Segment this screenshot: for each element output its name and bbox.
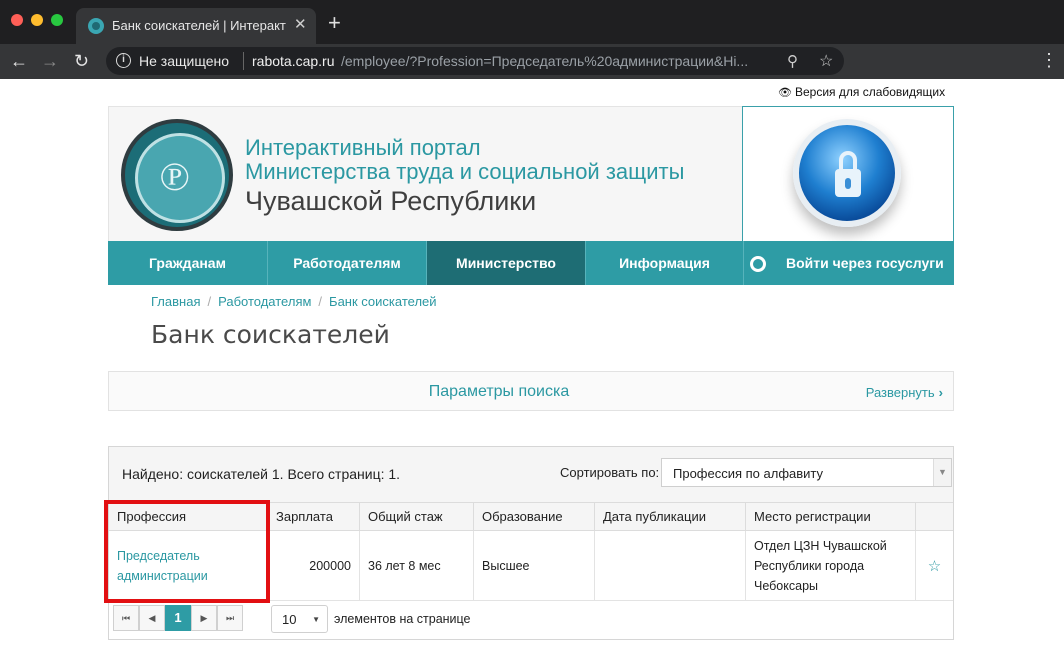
column-header-experience[interactable]: Общий стаж: [360, 503, 474, 531]
chevron-right-icon: ›: [938, 385, 943, 400]
url-host: rabota.cap.ru: [252, 53, 335, 69]
bookmark-star-icon[interactable]: ☆: [819, 51, 833, 71]
breadcrumb-separator: /: [318, 294, 323, 309]
breadcrumb-home[interactable]: Главная: [151, 294, 200, 309]
highlight-annotation: [104, 500, 270, 603]
eye-icon: 👁: [778, 87, 792, 99]
nav-item-employers[interactable]: Работодателям: [268, 241, 427, 285]
page-title: Банк соискателей: [151, 320, 390, 349]
prev-page-icon[interactable]: ◀: [139, 605, 165, 631]
page-size-arrow-icon: ▼: [312, 615, 320, 624]
gosuslugi-login-label: Войти через госуслуги: [786, 255, 944, 271]
page-size-value: 10: [282, 612, 297, 627]
portal-title-line1: Интерактивный портал: [245, 135, 481, 160]
column-header-salary[interactable]: Зарплата: [268, 503, 360, 531]
breadcrumb-current[interactable]: Банк соискателей: [329, 294, 436, 309]
browser-toolbar: ← → ↻ i Не защищено rabota.cap.ru /emplo…: [0, 44, 1064, 79]
zoom-icon[interactable]: ⚲: [787, 52, 798, 70]
browser-tab[interactable]: Банк соискателей | Интеракт ✕: [76, 8, 316, 44]
results-count: Найдено: соискателей 1. Всего страниц: 1…: [122, 466, 401, 482]
url-path: /employee/?Profession=Председатель%20адм…: [341, 53, 749, 69]
portal-title-line3: Чувашской Республики: [245, 186, 537, 216]
column-header-registration[interactable]: Место регистрации: [746, 503, 916, 531]
secure-login-banner[interactable]: [742, 106, 954, 242]
browser-titlebar: Банк соискателей | Интеракт ✕ +: [0, 0, 1064, 44]
forward-arrow-icon[interactable]: →: [41, 50, 59, 72]
dropdown-arrow-icon[interactable]: ▼: [933, 459, 951, 486]
column-header-education[interactable]: Образование: [474, 503, 595, 531]
close-window-button[interactable]: [11, 14, 23, 26]
lock-icon: [793, 119, 901, 227]
favorite-star-icon[interactable]: ☆: [928, 557, 941, 575]
table-row-salary: 200000: [268, 531, 360, 601]
next-page-icon[interactable]: ▶: [191, 605, 217, 631]
table-row-education: Высшее: [474, 531, 595, 601]
page-size-label: элементов на странице: [334, 612, 471, 626]
new-tab-button[interactable]: +: [328, 12, 341, 34]
table-row-published: [595, 531, 746, 601]
table-row-experience: 36 лет 8 мес: [360, 531, 474, 601]
search-params-panel[interactable]: Параметры поиска Развернуть ›: [108, 371, 954, 411]
nav-item-information[interactable]: Информация: [586, 241, 744, 285]
low-vision-link[interactable]: 👁 Версия для слабовидящих: [778, 85, 945, 99]
column-header-favorite: [916, 503, 953, 531]
search-params-title: Параметры поиска: [428, 383, 570, 400]
sort-select-value: Профессия по алфавиту: [673, 466, 824, 481]
back-arrow-icon[interactable]: ←: [10, 50, 28, 72]
minimize-window-button[interactable]: [31, 14, 43, 26]
expand-label: Развернуть: [865, 385, 935, 400]
address-bar[interactable]: i Не защищено rabota.cap.ru /employee/?P…: [106, 47, 844, 75]
table-row-favorite: ☆: [916, 531, 953, 601]
breadcrumb-separator: /: [207, 294, 212, 309]
breadcrumb: Главная / Работодателям / Банк соискателей: [151, 294, 437, 309]
tab-close-icon[interactable]: ✕: [294, 16, 307, 34]
maximize-window-button[interactable]: [51, 14, 63, 26]
page-size-select[interactable]: 10 ▼: [271, 605, 328, 633]
table-row-registration: Отдел ЦЗН Чувашской Республики города Че…: [746, 531, 916, 601]
sort-select[interactable]: Профессия по алфавиту ▼: [661, 458, 952, 487]
info-icon[interactable]: i: [116, 53, 131, 68]
main-nav: Гражданам Работодателям Министерство Инф…: [108, 241, 954, 285]
expand-link[interactable]: Развернуть ›: [866, 385, 943, 400]
page-number-current[interactable]: 1: [165, 605, 191, 631]
logo-mark-icon: ℗: [159, 154, 190, 200]
not-secure-label: Не защищено: [139, 53, 229, 69]
nav-item-citizens[interactable]: Гражданам: [108, 241, 268, 285]
grid-toolbar: Найдено: соискателей 1. Всего страниц: 1…: [109, 447, 953, 503]
gosuslugi-login-button[interactable]: Войти через госуслуги: [744, 241, 954, 285]
browser-menu-icon[interactable]: ⋮: [1040, 50, 1058, 70]
first-page-icon[interactable]: ⏮: [113, 605, 139, 631]
portal-logo[interactable]: ℗: [121, 119, 233, 231]
column-header-published[interactable]: Дата публикации: [595, 503, 746, 531]
gosuslugi-icon: [750, 256, 766, 272]
portal-title-line2: Министерства труда и социальной защиты: [245, 159, 685, 184]
nav-item-ministry[interactable]: Министерство: [427, 241, 586, 285]
site-favicon-icon: [88, 18, 104, 34]
breadcrumb-employers[interactable]: Работодателям: [218, 294, 311, 309]
low-vision-label: Версия для слабовидящих: [794, 85, 946, 99]
sort-label: Сортировать по:: [560, 465, 660, 480]
tab-title: Банк соискателей | Интеракт: [112, 18, 286, 33]
reload-icon[interactable]: ↻: [74, 50, 89, 72]
url-divider: [243, 52, 244, 70]
registration-text: Отдел ЦЗН Чувашской Республики города Че…: [754, 538, 887, 593]
last-page-icon[interactable]: ⏭: [217, 605, 243, 631]
